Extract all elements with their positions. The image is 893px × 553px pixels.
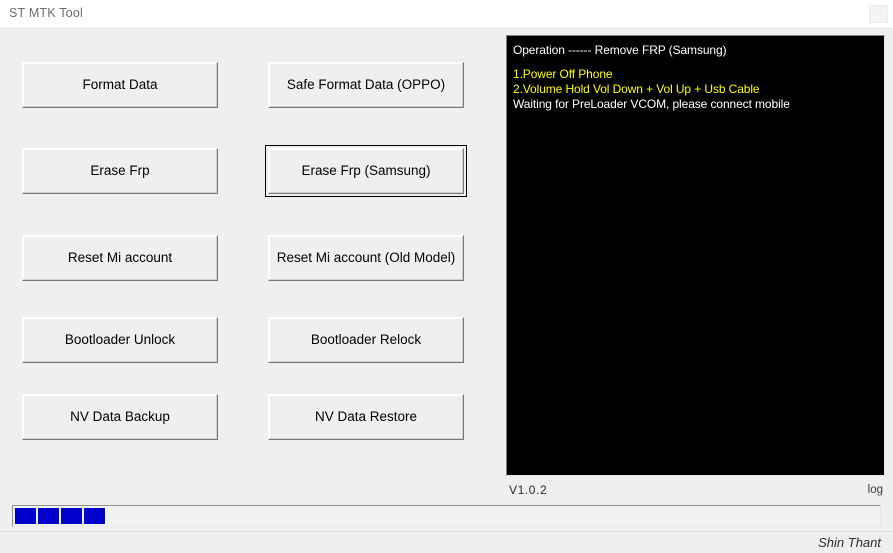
button-bootloader-unlock[interactable]: Bootloader Unlock <box>22 317 218 363</box>
button-format-data[interactable]: Format Data <box>22 62 218 108</box>
console-line: 2.Volume Hold Vol Down + Vol Up + Usb Ca… <box>513 82 760 96</box>
button-label: Reset Mi account (Old Model) <box>268 235 464 281</box>
button-label: Bootloader Unlock <box>22 317 218 363</box>
button-label: Bootloader Relock <box>268 317 464 363</box>
log-link[interactable]: log <box>868 484 883 496</box>
button-erase-frp-samsung[interactable]: Erase Frp (Samsung) <box>265 145 467 197</box>
console-line: Operation ------ Remove FRP (Samsung) <box>513 43 727 57</box>
console-line: Waiting for PreLoader VCOM, please conne… <box>513 97 790 111</box>
button-label: Erase Frp (Samsung) <box>268 148 464 194</box>
button-label: Safe Format Data (OPPO) <box>268 62 464 108</box>
window-control-button[interactable] <box>869 5 888 23</box>
button-label: NV Data Backup <box>22 394 218 440</box>
progress-block <box>84 508 105 524</box>
button-nv-data-restore[interactable]: NV Data Restore <box>268 394 464 440</box>
button-bootloader-relock[interactable]: Bootloader Relock <box>268 317 464 363</box>
button-erase-frp[interactable]: Erase Frp <box>22 148 218 194</box>
button-label: Reset Mi account <box>22 235 218 281</box>
progress-block <box>61 508 82 524</box>
button-safe-format-data-oppo[interactable]: Safe Format Data (OPPO) <box>268 62 464 108</box>
button-reset-mi-account[interactable]: Reset Mi account <box>22 235 218 281</box>
console-output-panel[interactable]: Operation ------ Remove FRP (Samsung) 1.P… <box>506 35 885 476</box>
version-label: V1.0.2 <box>509 483 548 497</box>
status-bar: Shin Thant <box>0 531 893 553</box>
progress-block <box>15 508 36 524</box>
progress-bar <box>12 505 881 527</box>
author-signature: Shin Thant <box>818 535 881 550</box>
button-reset-mi-account-old-model[interactable]: Reset Mi account (Old Model) <box>268 235 464 281</box>
button-label: Erase Frp <box>22 148 218 194</box>
progress-block <box>38 508 59 524</box>
button-nv-data-backup[interactable]: NV Data Backup <box>22 394 218 440</box>
button-label: NV Data Restore <box>268 394 464 440</box>
window-titlebar: ST MTK Tool <box>0 0 893 28</box>
window-title: ST MTK Tool <box>9 6 83 20</box>
console-line: 1.Power Off Phone <box>513 67 613 81</box>
button-label: Format Data <box>22 62 218 108</box>
console-log-lines: Operation ------ Remove FRP (Samsung) 1.P… <box>513 43 878 112</box>
